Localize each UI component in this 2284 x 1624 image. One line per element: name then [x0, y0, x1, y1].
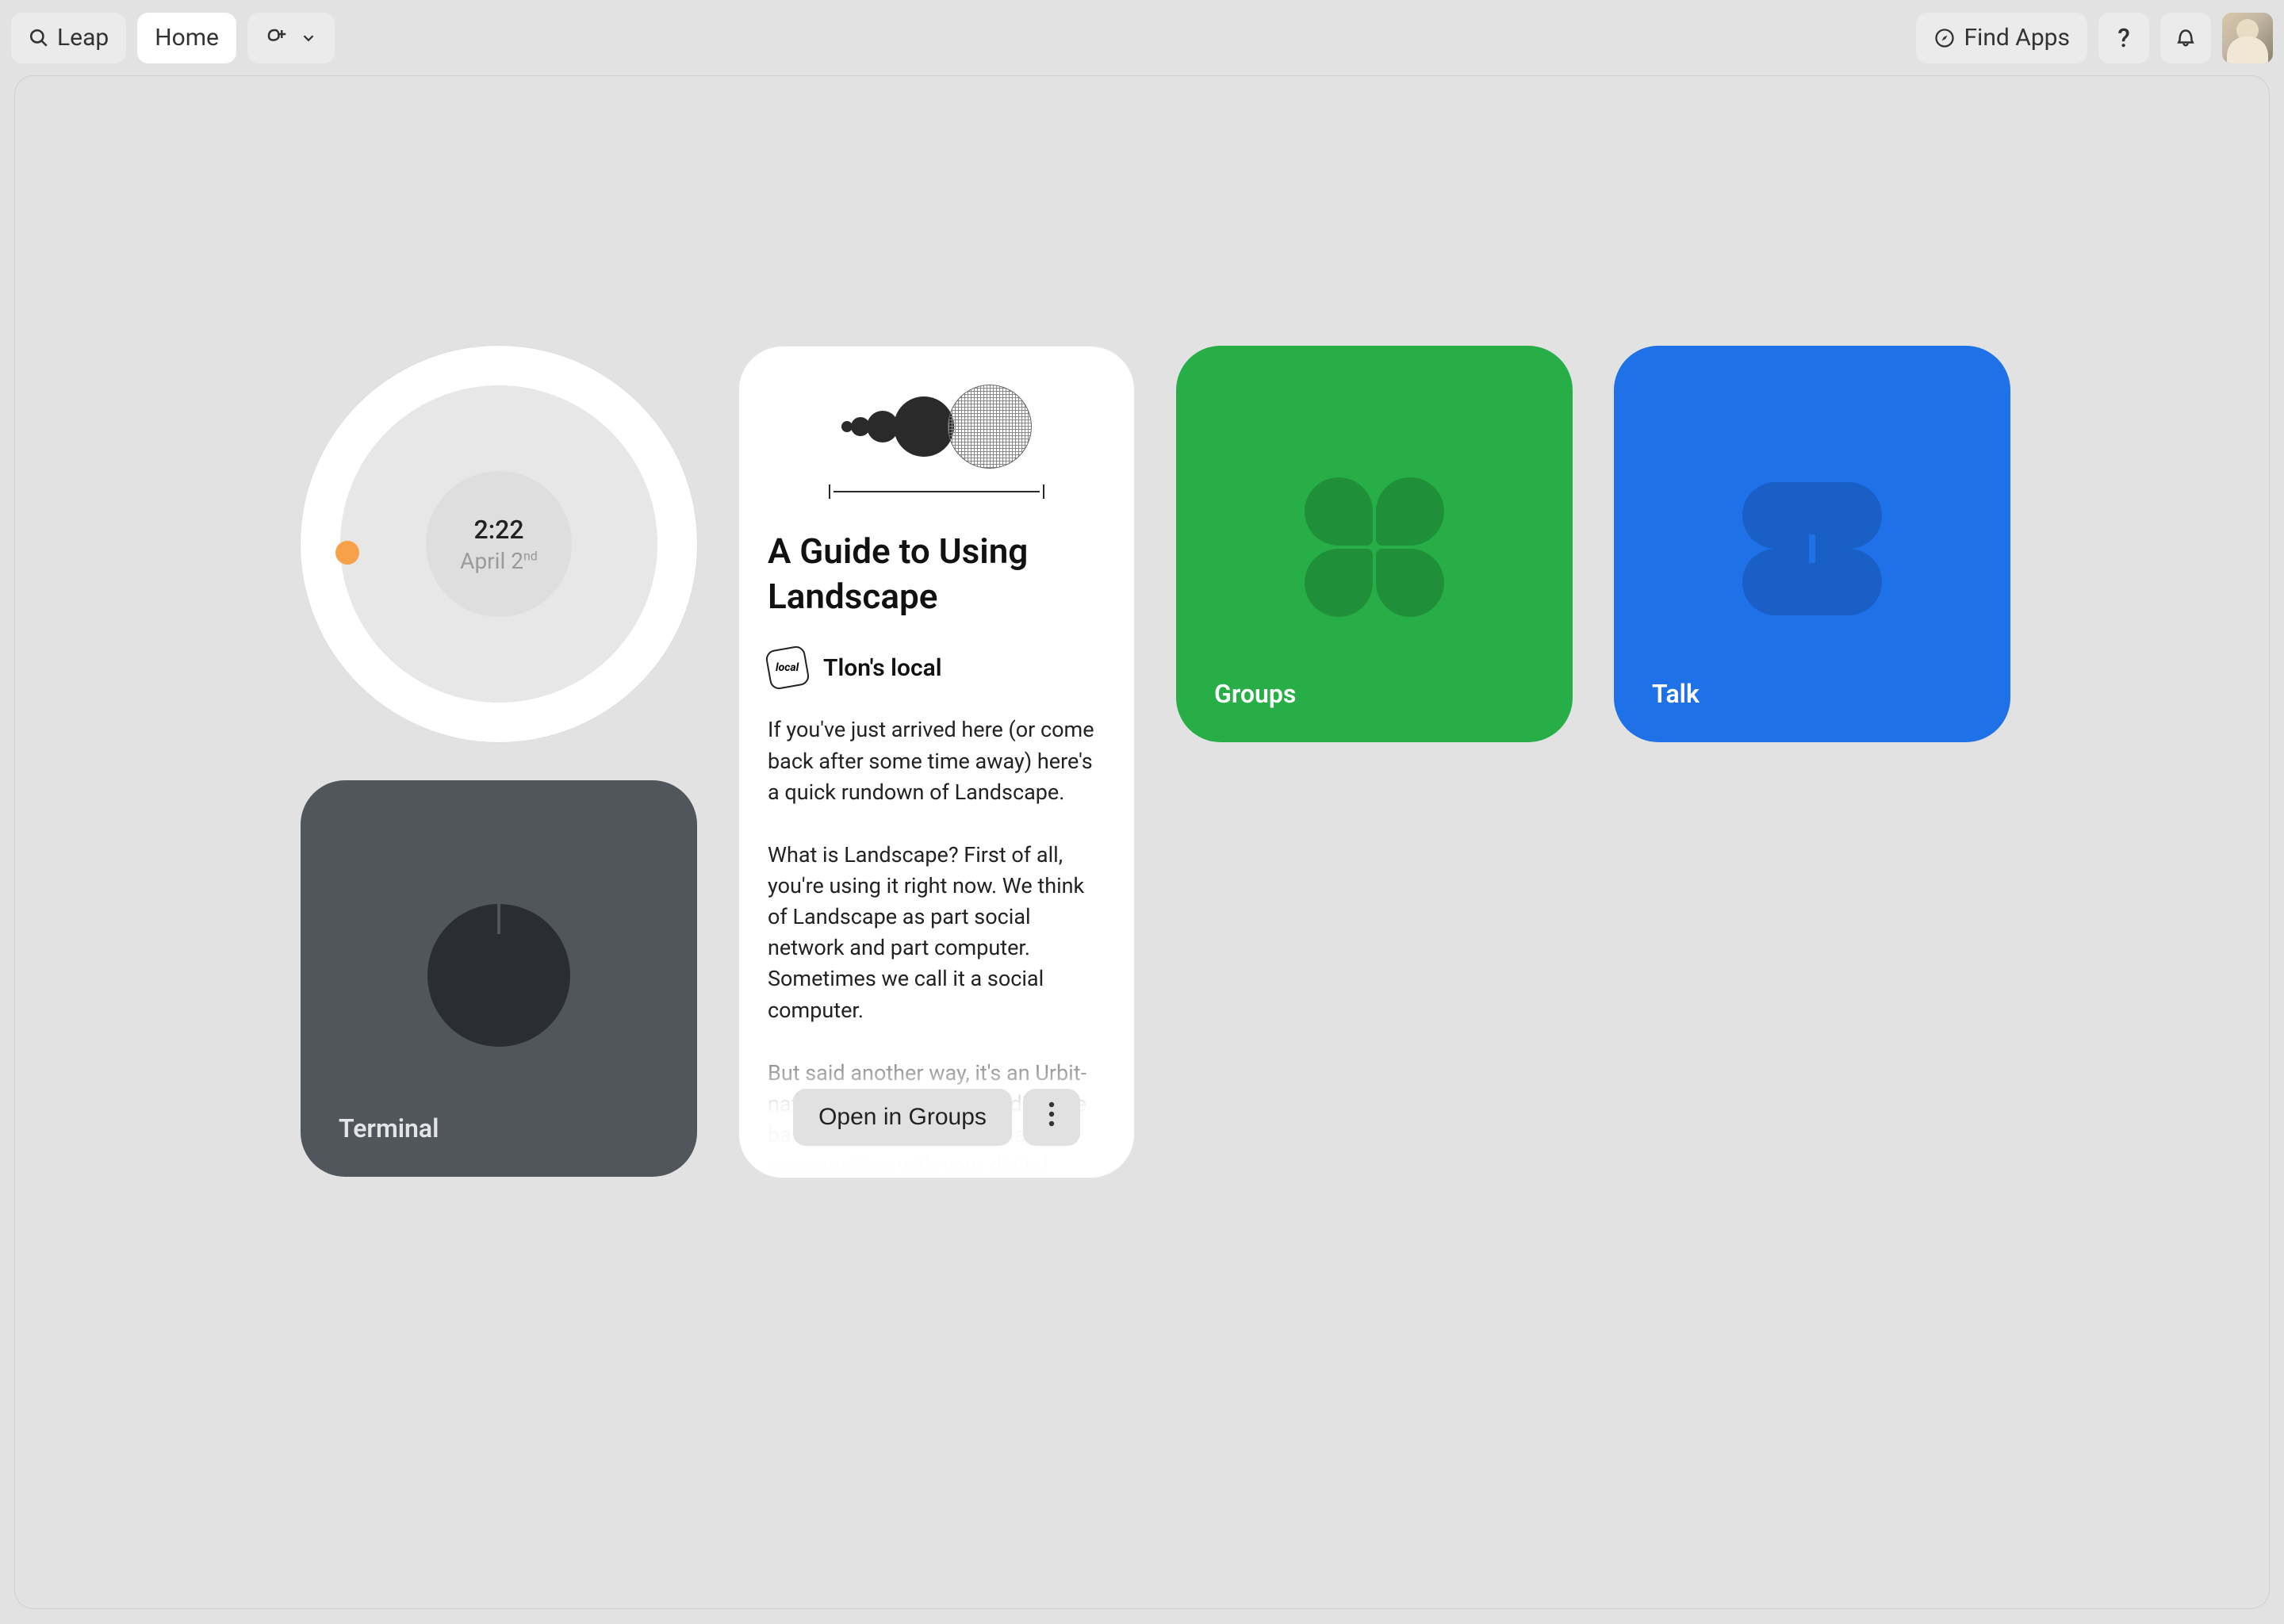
groups-label: Groups — [1214, 679, 1296, 709]
more-vertical-icon — [1048, 1101, 1055, 1134]
grid-col-4: Talk — [1614, 346, 2010, 742]
groups-tile[interactable]: Groups — [1176, 346, 1573, 742]
shape-plus-icon — [265, 26, 289, 50]
sun-icon — [335, 541, 359, 565]
find-apps-button[interactable]: Find Apps — [1916, 13, 2087, 63]
guide-card: A Guide to Using Landscape local Tlon's … — [738, 346, 1135, 1178]
main-panel: 2:22 April 2nd Terminal — [14, 75, 2270, 1609]
home-button[interactable]: Home — [137, 13, 236, 63]
length-line-icon — [829, 483, 1044, 500]
guide-title: A Guide to Using Landscape — [768, 529, 1106, 619]
author-name: Tlon's local — [823, 654, 942, 682]
grid-col-2: A Guide to Using Landscape local Tlon's … — [738, 346, 1135, 1178]
open-in-groups-label: Open in Groups — [818, 1104, 987, 1131]
avatar[interactable] — [2222, 13, 2273, 63]
guide-illustration — [768, 385, 1106, 500]
guide-actions: Open in Groups — [739, 1089, 1134, 1146]
topbar-left: Leap Home — [11, 13, 335, 63]
talk-glyph-icon — [1742, 479, 1882, 619]
help-button[interactable]: ? — [2098, 13, 2149, 63]
guide-more-button[interactable] — [1023, 1089, 1080, 1146]
guide-paragraph: What is Landscape? First of all, you're … — [768, 840, 1106, 1026]
clock-face: 2:22 April 2nd — [426, 471, 572, 617]
leap-label: Leap — [57, 24, 109, 52]
home-label: Home — [155, 24, 219, 52]
topbar-right: Find Apps ? — [1916, 13, 2273, 63]
terminal-glyph — [427, 904, 570, 1047]
compass-icon — [1933, 27, 1956, 49]
clock-date-suffix: nd — [523, 548, 538, 563]
search-icon — [29, 28, 49, 48]
guide-paragraph: If you've just arrived here (or come bac… — [768, 714, 1106, 807]
terminal-label: Terminal — [339, 1113, 439, 1143]
leap-button[interactable]: Leap — [11, 13, 126, 63]
clock-time: 2:22 — [474, 515, 524, 545]
open-in-groups-button[interactable]: Open in Groups — [793, 1089, 1012, 1146]
grid-col-1: 2:22 April 2nd Terminal — [301, 346, 697, 1177]
help-icon: ? — [2117, 23, 2130, 53]
circles-row — [841, 385, 1032, 469]
app-grid: 2:22 April 2nd Terminal — [301, 346, 1983, 1178]
new-menu-button[interactable] — [247, 13, 335, 63]
groups-glyph-icon — [1303, 476, 1446, 619]
terminal-tile[interactable]: Terminal — [301, 780, 697, 1177]
clock-date: April 2nd — [460, 548, 538, 574]
grid-col-3: Groups — [1176, 346, 1573, 742]
author-badge-icon: local — [765, 645, 811, 691]
author-row[interactable]: local Tlon's local — [768, 648, 1106, 688]
chevron-down-icon — [300, 29, 317, 47]
find-apps-label: Find Apps — [1964, 24, 2070, 52]
notifications-button[interactable] — [2160, 13, 2211, 63]
topbar: Leap Home — [0, 0, 2284, 75]
bell-icon — [2174, 25, 2198, 52]
talk-tile[interactable]: Talk — [1614, 346, 2010, 742]
talk-label: Talk — [1652, 679, 1700, 709]
clock-widget: 2:22 April 2nd — [301, 346, 697, 742]
clock-date-text: April 2 — [460, 548, 523, 574]
